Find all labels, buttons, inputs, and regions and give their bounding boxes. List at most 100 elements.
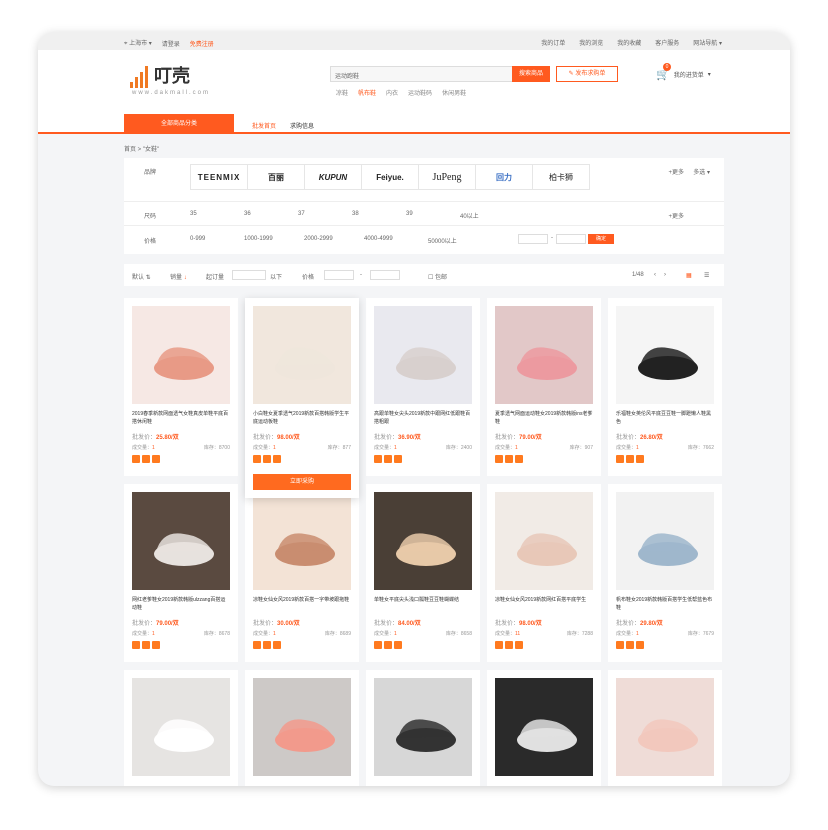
- size-option[interactable]: 35: [190, 211, 244, 220]
- product-card[interactable]: 批发价：成交量：库存：: [487, 670, 601, 786]
- price-option[interactable]: 2000-2999: [304, 236, 364, 245]
- product-card[interactable]: 夏季透气网面运动鞋女2019新款韩版ins老爹鞋 批发价：79.00/双 成交量：1…: [487, 298, 601, 476]
- login-link[interactable]: 请登录: [162, 39, 180, 48]
- product-card[interactable]: 单鞋女平底尖头浅口瓢鞋豆豆鞋蝴蝶结 批发价：84.00/双 成交量：1 库存：8658: [366, 484, 480, 662]
- my-history-link[interactable]: 我的浏览: [579, 38, 603, 47]
- hot-word[interactable]: 凉鞋: [336, 88, 348, 97]
- price-to-input[interactable]: [370, 270, 400, 280]
- price-max-input[interactable]: [556, 234, 586, 244]
- brand-warrior[interactable]: 回力: [475, 164, 533, 190]
- product-title[interactable]: 网红老爹鞋女2019新款韩版ulzzang百搭运动鞋: [132, 596, 230, 612]
- product-title[interactable]: 乐福鞋女英伦风平底豆豆鞋一脚蹬懒人鞋黑色: [616, 410, 714, 426]
- product-title[interactable]: 凉鞋女仙女风2019新款百搭一字带坡跟拖鞋: [253, 596, 351, 612]
- size-option[interactable]: 38: [352, 211, 406, 220]
- product-image[interactable]: [374, 492, 472, 590]
- hot-word[interactable]: 休闲男鞋: [442, 88, 466, 97]
- product-card[interactable]: 2019春季新款网面透气女鞋真皮单鞋平底百搭休闲鞋 批发价：25.80/双 成交量：…: [124, 298, 238, 476]
- product-image[interactable]: [253, 306, 351, 404]
- brand-bokashi[interactable]: 柏卡狮: [532, 164, 590, 190]
- next-page-icon[interactable]: ›: [664, 272, 666, 278]
- product-card[interactable]: 批发价：成交量：库存：: [245, 670, 359, 786]
- product-card[interactable]: 乐福鞋女英伦风平底豆豆鞋一脚蹬懒人鞋黑色 批发价：26.80/双 成交量：1 库存：7…: [608, 298, 722, 476]
- free-shipping-checkbox[interactable]: ☐ 包邮: [428, 272, 447, 281]
- product-title[interactable]: 帆布鞋女2019新款韩版百搭学生低帮蓝色布鞋: [616, 596, 714, 612]
- hot-word[interactable]: 运动鞋码: [408, 88, 432, 97]
- product-image[interactable]: [374, 306, 472, 404]
- brand-kupun[interactable]: KUPUN: [304, 164, 362, 190]
- size-more-link[interactable]: +更多: [668, 211, 684, 220]
- shoe-icon: [517, 533, 577, 566]
- product-image[interactable]: [495, 492, 593, 590]
- hot-word[interactable]: 帆布鞋: [358, 88, 376, 97]
- product-card[interactable]: 凉鞋女仙女风2019新款百搭一字带坡跟拖鞋 批发价：30.00/双 成交量：1 库存：…: [245, 484, 359, 662]
- nav-purchase-info[interactable]: 求购信息: [290, 121, 314, 130]
- product-image[interactable]: [374, 678, 472, 776]
- product-card[interactable]: 帆布鞋女2019新款韩版百搭学生低帮蓝色布鞋 批发价：29.80/双 成交量：1 库存…: [608, 484, 722, 662]
- price-option[interactable]: 0-999: [190, 236, 244, 245]
- product-card[interactable]: 高跟单鞋女尖头2019新款中跟网红低跟鞋百搭粗跟 批发价：36.90/双 成交量：1…: [366, 298, 480, 476]
- product-card[interactable]: 小白鞋女夏季透气2019新款百搭韩版学生平底运动板鞋 批发价：98.00/双 成交量…: [245, 298, 359, 498]
- product-image[interactable]: [132, 492, 230, 590]
- buy-now-button[interactable]: 立即采购: [253, 474, 351, 490]
- brand-jupeng[interactable]: JuPeng: [418, 164, 476, 190]
- grid-view-icon[interactable]: ▦: [686, 272, 692, 279]
- product-image[interactable]: [616, 492, 714, 590]
- product-image[interactable]: [132, 306, 230, 404]
- product-image[interactable]: [495, 678, 593, 776]
- badge-icon: [374, 455, 382, 463]
- product-card[interactable]: 批发价：成交量：库存：: [366, 670, 480, 786]
- size-option[interactable]: 40以上: [460, 211, 514, 220]
- product-card[interactable]: 凉鞋女仙女风2019新款网红百搭平底学生 批发价：98.00/双 成交量：11 库存：…: [487, 484, 601, 662]
- product-image[interactable]: [132, 678, 230, 776]
- brand-multi-select[interactable]: 多选 ▾: [693, 167, 710, 176]
- brand-more-link[interactable]: +更多: [668, 167, 684, 176]
- my-favorites-link[interactable]: 我的收藏: [617, 38, 641, 47]
- all-categories-button[interactable]: 全部商品分类: [124, 114, 234, 134]
- location-selector[interactable]: ⌖ 上海市 ▾: [124, 38, 152, 48]
- product-card[interactable]: 批发价：成交量：库存：: [124, 670, 238, 786]
- register-link[interactable]: 免费注册: [190, 39, 214, 48]
- sort-sales[interactable]: 销量 ↓: [170, 272, 187, 281]
- product-title[interactable]: 单鞋女平底尖头浅口瓢鞋豆豆鞋蝴蝶结: [374, 596, 472, 612]
- product-title[interactable]: 2019春季新款网面透气女鞋真皮单鞋平底百搭休闲鞋: [132, 410, 230, 426]
- product-image[interactable]: [616, 678, 714, 776]
- price-min-input[interactable]: [518, 234, 548, 244]
- product-card[interactable]: 网红老爹鞋女2019新款韩版ulzzang百搭运动鞋 批发价：79.00/双 成交量…: [124, 484, 238, 662]
- size-option[interactable]: 39: [406, 211, 460, 220]
- product-image[interactable]: [616, 306, 714, 404]
- list-view-icon[interactable]: ☰: [704, 272, 709, 279]
- product-title[interactable]: 小白鞋女夏季透气2019新款百搭韩版学生平底运动板鞋: [253, 410, 351, 426]
- price-option[interactable]: 50000以上: [428, 236, 482, 245]
- brand-teenmix[interactable]: TEENMIX: [190, 164, 248, 190]
- price-confirm-button[interactable]: 确定: [588, 234, 614, 244]
- size-option[interactable]: 36: [244, 211, 298, 220]
- shoe-icon: [275, 347, 335, 380]
- cart[interactable]: 🛒 0 我的进货单 ▾: [656, 63, 711, 81]
- price-option[interactable]: 1000-1999: [244, 236, 304, 245]
- product-image[interactable]: [495, 306, 593, 404]
- product-card[interactable]: 批发价：成交量：库存：: [608, 670, 722, 786]
- search-button[interactable]: 搜索商品: [512, 66, 550, 82]
- publish-request-button[interactable]: ✎ 发布求购单: [556, 66, 618, 82]
- size-option[interactable]: 37: [298, 211, 352, 220]
- brand-feiyue[interactable]: Feiyue.: [361, 164, 419, 190]
- hot-word[interactable]: 内衣: [386, 88, 398, 97]
- product-image[interactable]: [253, 492, 351, 590]
- my-orders-link[interactable]: 我的订单: [541, 38, 565, 47]
- product-title[interactable]: 高跟单鞋女尖头2019新款中跟网红低跟鞋百搭粗跟: [374, 410, 472, 426]
- price-from-input[interactable]: [324, 270, 354, 280]
- product-title[interactable]: 凉鞋女仙女风2019新款网红百搭平底学生: [495, 596, 593, 612]
- shoe-icon: [275, 719, 335, 752]
- nav-wholesale-home[interactable]: 批发首页: [252, 121, 276, 130]
- customer-service-link[interactable]: 客户服务: [655, 38, 679, 47]
- brand-belle[interactable]: 百丽: [247, 164, 305, 190]
- prev-page-icon[interactable]: ‹: [654, 272, 656, 278]
- badge-icon: [626, 641, 634, 649]
- price-option[interactable]: 4000-4999: [364, 236, 428, 245]
- sort-default[interactable]: 默认 ⇅: [132, 272, 151, 281]
- logo[interactable]: 叮壳: [130, 62, 190, 88]
- min-order-input[interactable]: [232, 270, 266, 280]
- product-title[interactable]: 夏季透气网面运动鞋女2019新款韩版ins老爹鞋: [495, 410, 593, 426]
- product-image[interactable]: [253, 678, 351, 776]
- site-nav-link[interactable]: 网站导航 ▾: [693, 38, 722, 47]
